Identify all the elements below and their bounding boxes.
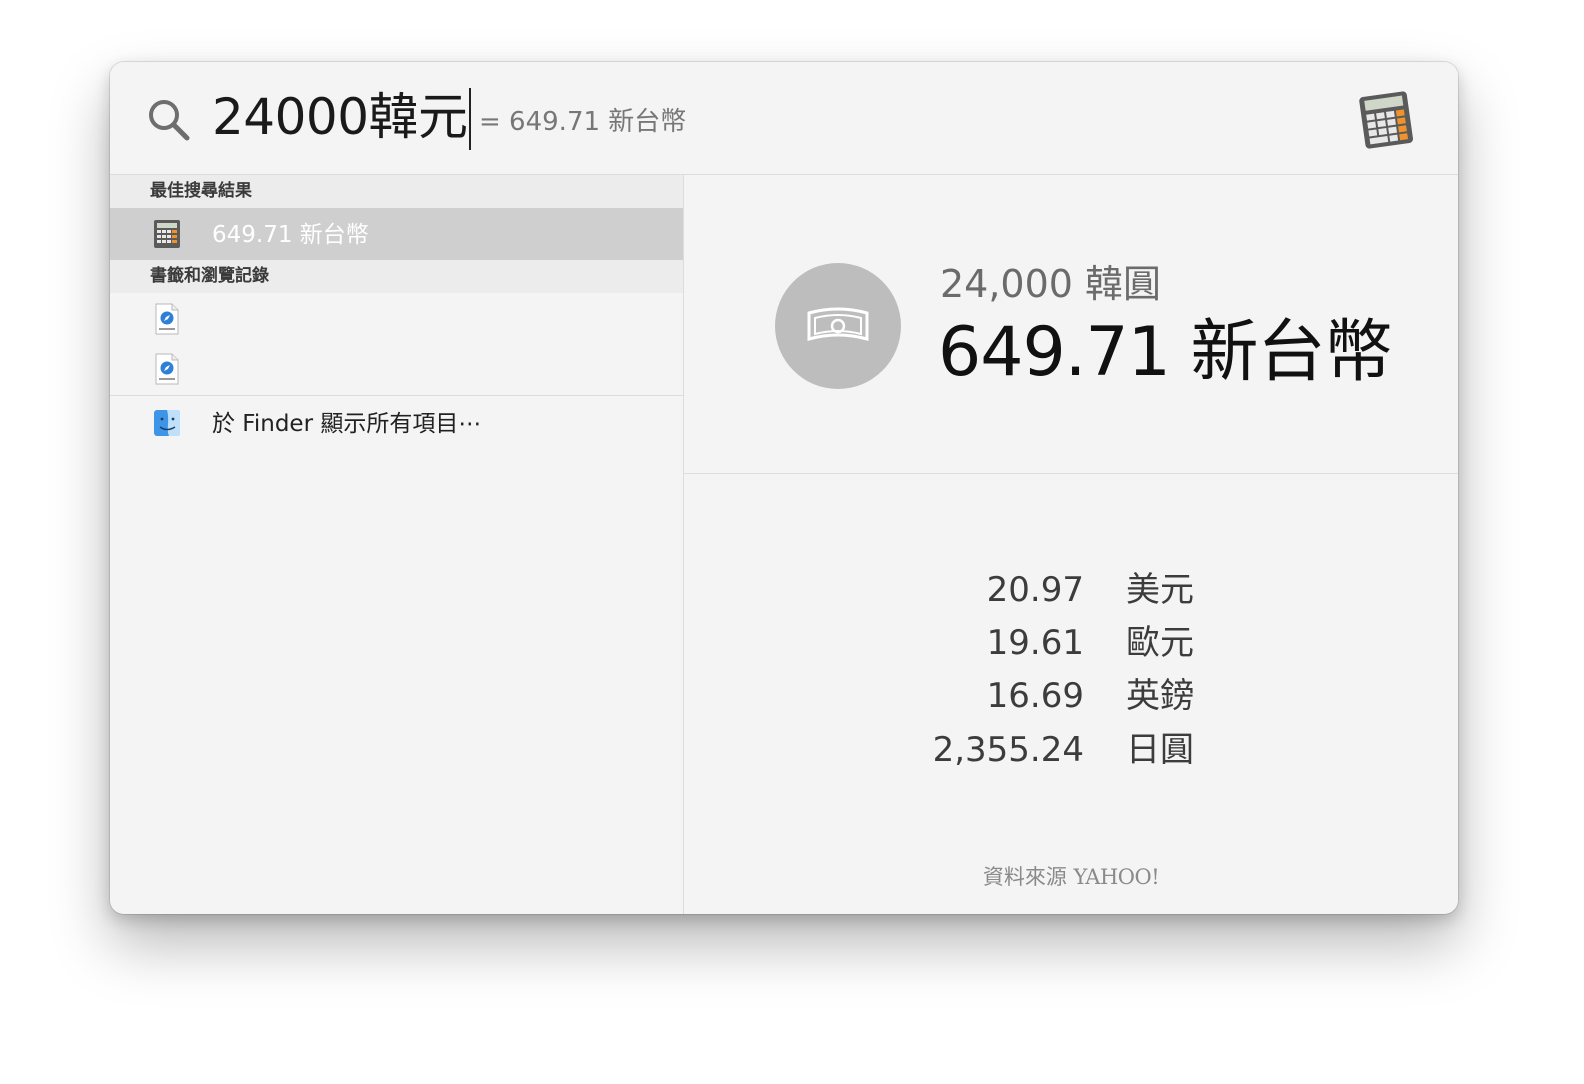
section-header-bookmarks: 書籤和瀏覽記錄 bbox=[110, 260, 683, 293]
converted-amount: 649.71 新台幣 bbox=[938, 313, 1393, 392]
preview-pane: 24,000 韓圓 649.71 新台幣 20.97 美元 19.61 歐元 1… bbox=[684, 175, 1458, 914]
search-input[interactable]: 24000韓元 bbox=[212, 82, 468, 152]
finder-icon bbox=[154, 410, 180, 436]
inline-result: = 649.71 新台幣 bbox=[479, 107, 687, 137]
source-amount: 24,000 韓圓 bbox=[940, 262, 1162, 306]
show-all-label: 於 Finder 顯示所有項目⋯ bbox=[212, 411, 482, 437]
spotlight-window: 24000韓元 = 649.71 新台幣 最佳搜尋結果 649.71 新台幣 書… bbox=[110, 62, 1458, 914]
conversion-currency: 美元 bbox=[1126, 570, 1194, 610]
banknote-icon bbox=[807, 307, 869, 341]
conversion-currency: 日圓 bbox=[1126, 730, 1194, 770]
text-caret bbox=[469, 88, 471, 150]
conversion-value: 16.69 bbox=[986, 676, 1084, 716]
result-label: 649.71 新台幣 bbox=[212, 222, 369, 248]
calculator-icon bbox=[154, 220, 180, 248]
search-bar[interactable]: 24000韓元 = 649.71 新台幣 bbox=[110, 62, 1458, 175]
conversion-row: 2,355.24 日圓 bbox=[684, 725, 1458, 775]
currency-badge bbox=[775, 263, 901, 389]
list-divider bbox=[110, 395, 683, 396]
calculator-icon bbox=[1359, 91, 1414, 149]
show-all-in-finder[interactable]: 於 Finder 顯示所有項目⋯ bbox=[110, 397, 683, 449]
conversion-value: 2,355.24 bbox=[932, 730, 1084, 770]
data-source-label: 資料來源 bbox=[982, 865, 1067, 889]
conversion-currency: 歐元 bbox=[1126, 623, 1194, 663]
section-header-label: 書籤和瀏覽記錄 bbox=[150, 266, 269, 286]
conversion-row: 19.61 歐元 bbox=[684, 618, 1458, 668]
result-row-bookmark[interactable] bbox=[110, 343, 683, 395]
conversion-currency: 英鎊 bbox=[1126, 676, 1194, 716]
data-source-attribution[interactable]: 資料來源 YAHOO! bbox=[684, 863, 1458, 891]
conversion-value: 19.61 bbox=[986, 623, 1084, 663]
conversion-value: 20.97 bbox=[986, 570, 1084, 610]
preview-divider bbox=[684, 473, 1458, 474]
section-header-top-hit: 最佳搜尋結果 bbox=[110, 175, 683, 208]
webloc-icon bbox=[155, 303, 179, 335]
section-header-label: 最佳搜尋結果 bbox=[150, 181, 252, 201]
result-row-bookmark[interactable] bbox=[110, 293, 683, 345]
search-icon bbox=[149, 100, 190, 141]
webloc-icon bbox=[155, 353, 179, 385]
results-list: 最佳搜尋結果 649.71 新台幣 書籤和瀏覽記錄 於 Finder 顯示所有項… bbox=[110, 175, 684, 914]
data-source-brand: YAHOO! bbox=[1073, 865, 1160, 889]
conversion-row: 20.97 美元 bbox=[684, 565, 1458, 615]
conversion-row: 16.69 英鎊 bbox=[684, 671, 1458, 721]
result-row-top-hit[interactable]: 649.71 新台幣 bbox=[110, 208, 683, 260]
